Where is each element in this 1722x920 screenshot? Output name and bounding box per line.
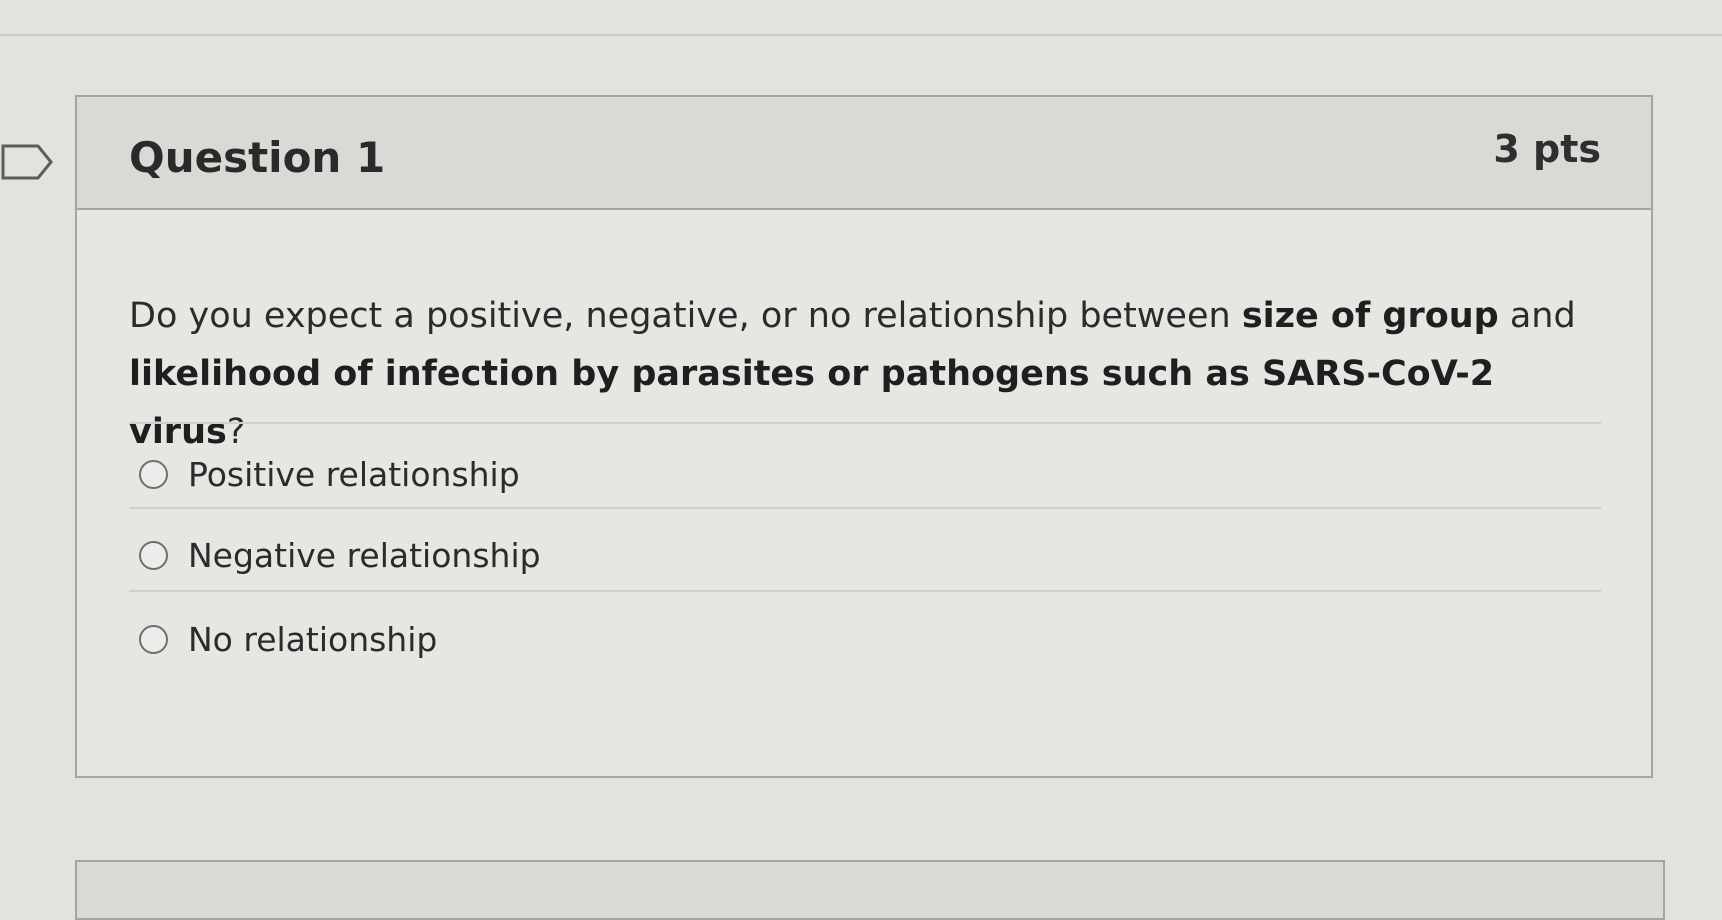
answer-label[interactable]: No relationship (188, 620, 437, 659)
question-text-bold: likelihood of infection by parasites or … (129, 354, 1495, 452)
flag-icon[interactable] (0, 142, 54, 182)
radio-icon[interactable] (139, 459, 168, 489)
question-header: Question 1 3 pts (77, 97, 1651, 210)
question-text-bold: size of group (1241, 296, 1499, 336)
answer-option-none[interactable]: No relationship (139, 609, 437, 669)
answer-divider (129, 507, 1601, 509)
answers-top-divider (129, 422, 1601, 424)
answer-option-positive[interactable]: Positive relationship (139, 444, 520, 504)
question-title: Question 1 (129, 133, 386, 182)
next-question-card (75, 860, 1665, 920)
question-text-part: and (1498, 296, 1576, 336)
question-points: 3 pts (1493, 127, 1601, 171)
radio-icon[interactable] (139, 540, 168, 570)
question-card: Question 1 3 pts Do you expect a positiv… (75, 95, 1653, 778)
top-divider (0, 34, 1722, 36)
question-text-part: Do you expect a positive, negative, or n… (129, 296, 1242, 336)
answer-label[interactable]: Negative relationship (188, 536, 541, 575)
radio-icon[interactable] (139, 624, 168, 654)
question-text: Do you expect a positive, negative, or n… (129, 287, 1579, 461)
answer-option-negative[interactable]: Negative relationship (139, 525, 541, 585)
answer-label[interactable]: Positive relationship (188, 455, 520, 494)
answer-divider (129, 590, 1601, 592)
